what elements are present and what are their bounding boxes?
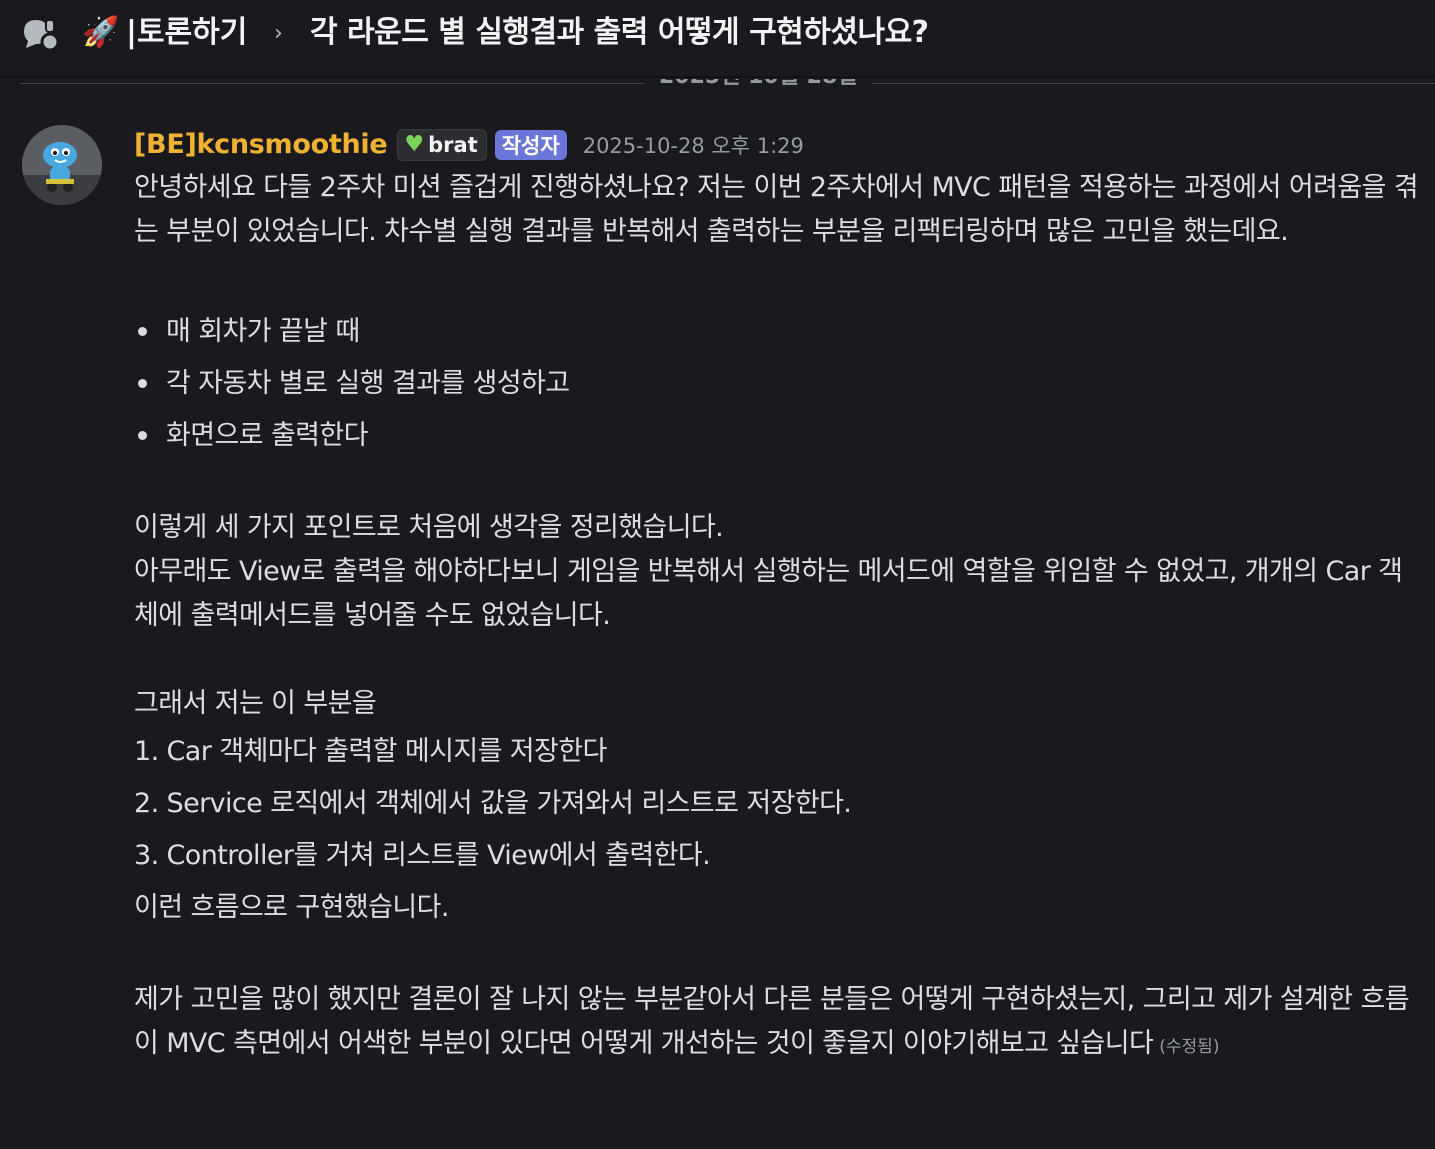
numbered-item: 2. Service 로직에서 객체에서 값을 가져와서 리스트로 저장한다. (134, 788, 852, 819)
edited-label: (수정됨) (1159, 1037, 1220, 1057)
date-divider: 2025년 10월 28일 (20, 79, 1435, 91)
paragraph-lead: 그래서 저는 이 부분을 (134, 688, 377, 719)
paragraph-flow: 이런 흐름으로 구현했습니다. (134, 892, 449, 923)
thread-title: 각 라운드 별 실행결과 출력 어떻게 구현하셨나요? (310, 15, 929, 50)
paragraph-summary: 이렇게 세 가지 포인트로 처음에 생각을 정리했습니다. (134, 512, 724, 543)
message-header: [BE]kcnsmoothie ♥ brat 작성자 2025-10-28 오후… (134, 126, 804, 164)
bullet-dot (138, 431, 147, 440)
list-item-text: 각 자동차 별로 실행 결과를 생성하고 (166, 368, 570, 399)
rocket-icon: 🚀 (82, 15, 120, 50)
author-badge: 작성자 (494, 130, 567, 160)
message-timestamp[interactable]: 2025-10-28 오후 1:29 (583, 130, 804, 160)
message-content: 안녕하세요 다들 2주차 미션 즐겁게 진행하셨나요? 저는 이번 2주차에서 … (134, 166, 1424, 1069)
avatar[interactable] (22, 125, 102, 205)
avatar-image (22, 125, 102, 205)
numbered-item: 3. Controller를 거쳐 리스트를 View에서 출력한다. (134, 840, 711, 871)
role-tag-label: brat (428, 133, 478, 157)
role-tag-brat[interactable]: ♥ brat (397, 129, 487, 161)
list-item: 매 회차가 끝날 때 (134, 306, 1424, 358)
bullet-dot (138, 379, 147, 388)
username[interactable]: [BE]kcnsmoothie (134, 128, 388, 162)
numbered-list: 그래서 저는 이 부분을 1. Car 객체마다 출력할 메시지를 저장한다 2… (134, 682, 1424, 934)
list-item: 화면으로 출력한다 (134, 410, 1424, 462)
channel-name[interactable]: |토론하기 (126, 14, 247, 52)
list-item: 각 자동차 별로 실행 결과를 생성하고 (134, 358, 1424, 410)
date-label: 2025년 10월 28일 (645, 79, 872, 91)
bullet-list: 매 회차가 끝날 때 각 자동차 별로 실행 결과를 생성하고 화면으로 출력한… (134, 306, 1424, 462)
thread-header: 🚀 |토론하기 › 각 라운드 별 실행결과 출력 어떻게 구현하셨나요? (0, 0, 1435, 78)
list-item-text: 매 회차가 끝날 때 (166, 316, 360, 347)
paragraph-reason: 아무래도 View로 출력을 해야하다보니 게임을 반복해서 실행하는 메서드에… (134, 556, 1403, 631)
paragraph-intro: 안녕하세요 다들 2주차 미션 즐겁게 진행하셨나요? 저는 이번 2주차에서 … (134, 172, 1419, 247)
chevron-right-icon: › (274, 21, 283, 46)
green-heart-icon: ♥ (404, 132, 425, 157)
threads-icon[interactable] (20, 14, 60, 54)
numbered-item: 1. Car 객체마다 출력할 메시지를 저장한다 (134, 736, 607, 767)
list-item-text: 화면으로 출력한다 (166, 420, 369, 451)
bullet-dot (138, 327, 147, 336)
paragraph-closing: 제가 고민을 많이 했지만 결론이 잘 나지 않는 부분같아서 다른 분들은 어… (134, 978, 1424, 1069)
